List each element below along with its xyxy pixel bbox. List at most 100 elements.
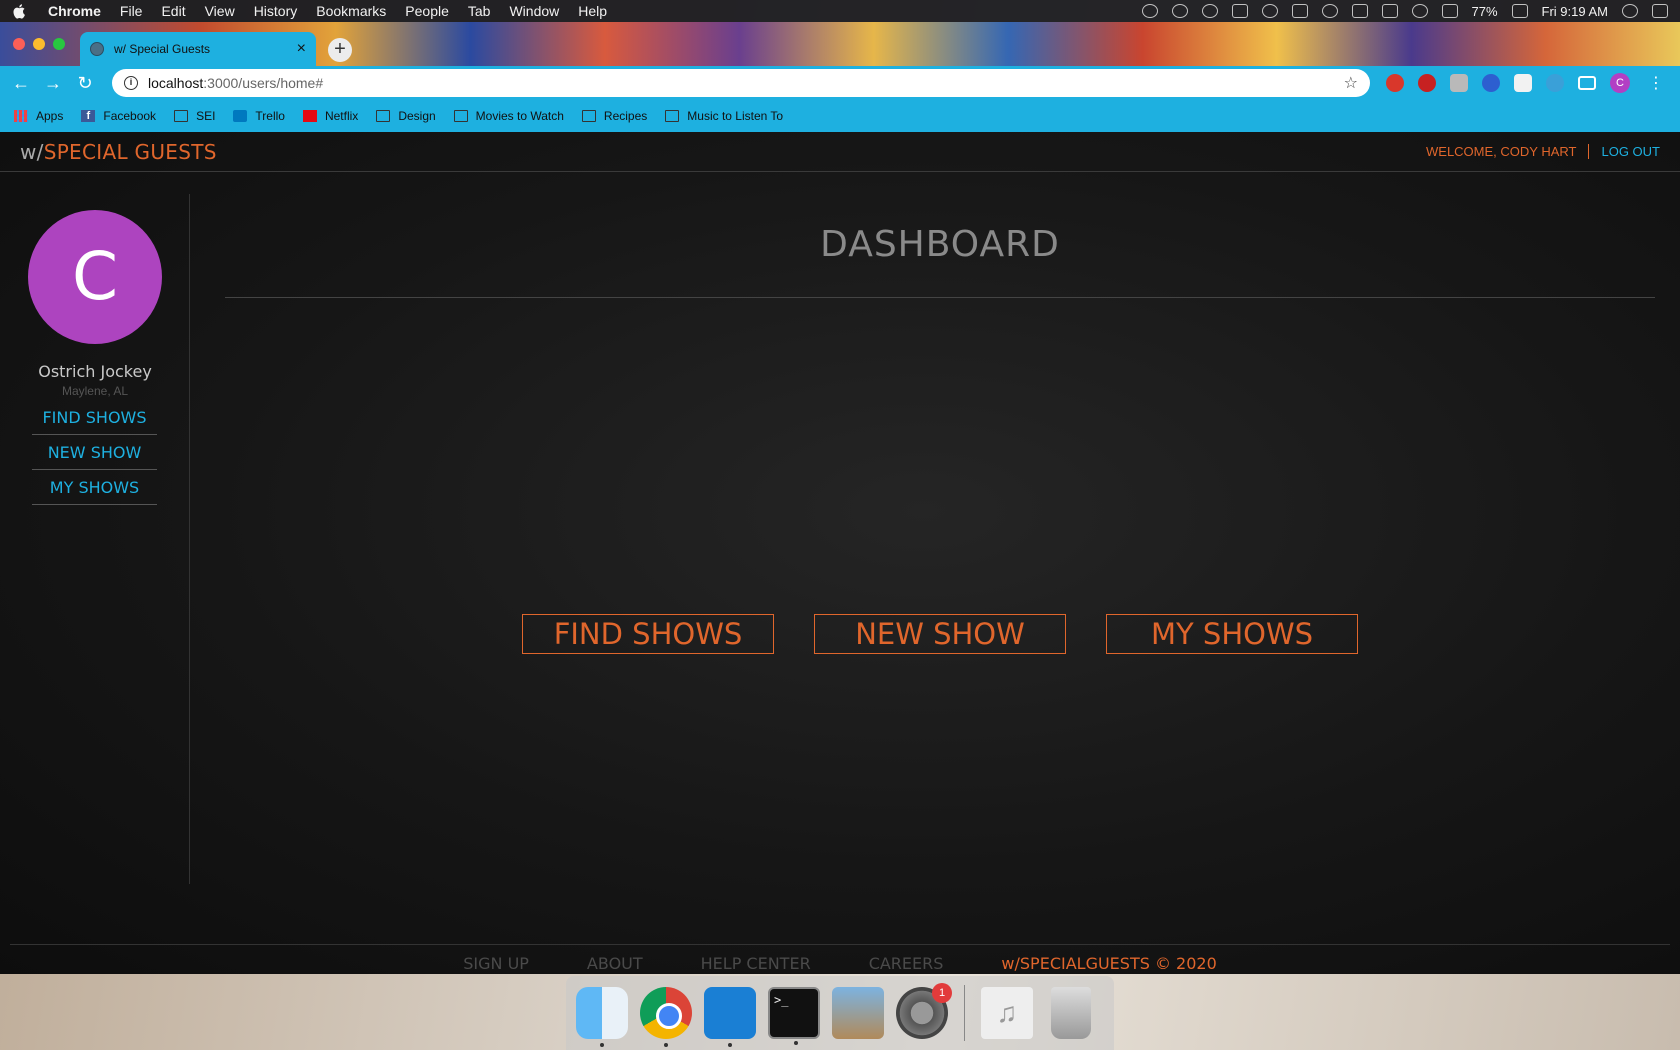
bookmark-label: Facebook <box>103 109 157 123</box>
address-bar[interactable]: i localhost:3000/users/home# ☆ <box>112 69 1370 97</box>
blue-shield-extension-icon[interactable] <box>1482 74 1500 92</box>
menu-window[interactable]: Window <box>509 3 559 19</box>
bookmark-label: Movies to Watch <box>475 109 564 123</box>
trash-icon[interactable] <box>1051 987 1091 1039</box>
airplay-icon[interactable] <box>1291 4 1308 18</box>
menu-people[interactable]: People <box>405 3 449 19</box>
footer-link-about[interactable]: ABOUT <box>587 954 643 973</box>
running-indicator <box>664 1043 668 1047</box>
my-shows-button[interactable]: MY SHOWS <box>1106 614 1358 654</box>
user-avatar[interactable]: C <box>28 210 162 344</box>
site-header: w/SPECIAL GUESTS WELCOME, CODY HART LOG … <box>0 132 1680 172</box>
menu-file[interactable]: File <box>120 3 143 19</box>
url-host: localhost <box>148 75 204 91</box>
sidebar-link-find-shows[interactable]: FIND SHOWS <box>32 400 157 435</box>
forward-arrow-icon[interactable]: → <box>42 73 64 94</box>
bluetooth-icon[interactable] <box>1351 4 1368 18</box>
web-page: w/SPECIAL GUESTS WELCOME, CODY HART LOG … <box>0 132 1680 974</box>
battery-icon[interactable] <box>1511 4 1528 18</box>
logout-link[interactable]: LOG OUT <box>1589 144 1660 159</box>
vscode-icon[interactable] <box>704 987 756 1047</box>
footer-link-careers[interactable]: CAREERS <box>869 954 944 973</box>
footer-link-help-center[interactable]: HELP CENTER <box>701 954 811 973</box>
menu-tab[interactable]: Tab <box>468 3 491 19</box>
dashboard-main: DASHBOARD FIND SHOWS NEW SHOW MY SHOWS <box>225 194 1655 884</box>
bookmark-label: Netflix <box>324 109 359 123</box>
bookmark-netflix[interactable]: Netflix <box>302 109 359 123</box>
bookmark-folder-sei[interactable]: SEI <box>174 109 215 123</box>
new-show-button[interactable]: NEW SHOW <box>814 614 1066 654</box>
terminal-icon[interactable]: >_ <box>768 987 820 1045</box>
bookmark-facebook[interactable]: f Facebook <box>81 109 156 123</box>
bookmark-folder-movies[interactable]: Movies to Watch <box>453 109 564 123</box>
menubar-clock[interactable]: Fri 9:19 AM <box>1542 4 1608 19</box>
new-tab-button[interactable]: + <box>328 38 352 62</box>
finder-icon[interactable] <box>576 987 628 1047</box>
cast-icon[interactable] <box>1578 76 1596 90</box>
spotlight-search-icon[interactable] <box>1622 4 1638 18</box>
sidebar-link-new-show[interactable]: NEW SHOW <box>32 435 157 470</box>
browser-tab-active[interactable]: w/ Special Guests × <box>80 32 316 66</box>
bookmark-apps[interactable]: Apps <box>14 109 63 123</box>
keyboard-icon[interactable] <box>1381 4 1398 18</box>
minimize-window-button[interactable] <box>33 38 45 50</box>
bookmark-trello[interactable]: Trello <box>233 109 285 123</box>
glasses-icon[interactable] <box>1141 4 1158 18</box>
stumbleupon-extension-icon[interactable] <box>1386 74 1404 92</box>
fullscreen-window-button[interactable] <box>53 38 65 50</box>
menu-help[interactable]: Help <box>578 3 607 19</box>
creative-cloud-icon[interactable] <box>1171 4 1188 18</box>
apps-grid-icon <box>14 110 28 122</box>
time-machine-icon[interactable] <box>1321 4 1338 18</box>
bookmark-label: SEI <box>196 109 216 123</box>
browser-toolbar: ← → ↻ i localhost:3000/users/home# ☆ C ⋮ <box>0 66 1680 100</box>
welcome-link[interactable]: WELCOME, CODY HART <box>1426 144 1590 159</box>
bookmark-folder-recipes[interactable]: Recipes <box>581 109 647 123</box>
close-window-button[interactable] <box>13 38 25 50</box>
status-circle-icon[interactable] <box>1261 4 1278 18</box>
preview-icon[interactable] <box>832 987 884 1039</box>
music-file-icon[interactable]: ♫ <box>981 987 1033 1039</box>
menu-history[interactable]: History <box>254 3 298 19</box>
dollar-icon[interactable] <box>1201 4 1218 18</box>
browser-menu-icon[interactable]: ⋮ <box>1648 73 1664 93</box>
folder-icon <box>665 110 680 122</box>
page-extension-icon[interactable] <box>1514 74 1532 92</box>
site-info-icon[interactable]: i <box>124 76 138 90</box>
menu-bookmarks[interactable]: Bookmarks <box>316 3 386 19</box>
globe-icon <box>90 42 104 56</box>
menu-view[interactable]: View <box>205 3 235 19</box>
reload-icon[interactable]: ↻ <box>74 73 96 94</box>
menu-app-name[interactable]: Chrome <box>48 3 101 19</box>
bookmark-label: Trello <box>255 109 285 123</box>
extensions-area: C ⋮ <box>1386 73 1664 93</box>
title-divider <box>225 297 1655 298</box>
tab-close-icon[interactable]: × <box>297 40 306 58</box>
find-shows-button[interactable]: FIND SHOWS <box>522 614 774 654</box>
hourglass-extension-icon[interactable] <box>1450 74 1468 92</box>
wifi-icon[interactable] <box>1411 4 1428 18</box>
profile-avatar[interactable]: C <box>1610 73 1630 93</box>
site-logo[interactable]: w/SPECIAL GUESTS <box>20 140 217 164</box>
footer-link-sign-up[interactable]: SIGN UP <box>463 954 529 973</box>
bookmark-folder-music[interactable]: Music to Listen To <box>665 109 783 123</box>
volume-icon[interactable] <box>1441 4 1458 18</box>
refresh-extension-icon[interactable] <box>1546 74 1564 92</box>
bookmark-star-icon[interactable]: ☆ <box>1344 73 1358 93</box>
apple-icon[interactable] <box>12 3 28 19</box>
sidebar-link-my-shows[interactable]: MY SHOWS <box>32 470 157 505</box>
bookmark-label: Music to Listen To <box>687 109 784 123</box>
battery-percent[interactable]: 77% <box>1472 4 1498 19</box>
bookmark-folder-design[interactable]: Design <box>376 109 436 123</box>
chrome-icon[interactable] <box>640 987 692 1047</box>
running-indicator <box>728 1043 732 1047</box>
dropbox-icon[interactable] <box>1231 4 1248 18</box>
profile-sidebar: C Ostrich Jockey Maylene, AL FIND SHOWS … <box>12 194 190 884</box>
folder-icon <box>453 110 468 122</box>
folder-icon <box>376 110 391 122</box>
system-preferences-icon[interactable]: 1 <box>896 983 952 1039</box>
adblock-plus-extension-icon[interactable] <box>1418 74 1436 92</box>
back-arrow-icon[interactable]: ← <box>10 73 32 94</box>
menu-edit[interactable]: Edit <box>161 3 185 19</box>
notification-center-icon[interactable] <box>1652 4 1668 18</box>
